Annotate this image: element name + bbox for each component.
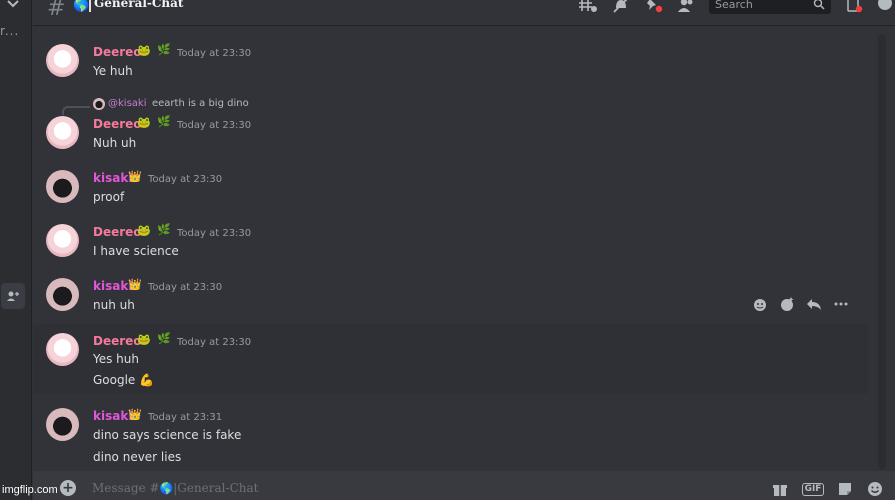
message-composer[interactable]: + Message #🌎|General-Chat GIF — [33, 471, 895, 500]
search-input[interactable]: Search — [709, 0, 831, 14]
reply-avatar — [93, 98, 105, 110]
sprout-badge: 🌿 — [157, 332, 171, 345]
reply-preview-text[interactable]: eearth is a big dino — [152, 98, 249, 109]
frog-badge: 🐸 — [137, 224, 151, 237]
upload-plus-button[interactable]: + — [60, 480, 76, 496]
message-item[interactable]: kisaki 👑 Today at 23:30 nuh uh — [33, 274, 868, 318]
chevron-down-icon[interactable] — [5, 0, 21, 12]
scrollbar-track[interactable] — [878, 34, 886, 469]
avatar[interactable] — [46, 408, 79, 441]
discord-window: r... # 🌎 General-Chat Search Deereo 🐸 🌿 … — [0, 0, 895, 500]
message-item[interactable]: kisaki 👑 Today at 23:31 dino says scienc… — [33, 404, 868, 468]
timestamp: Today at 23:30 — [148, 282, 223, 293]
message-item[interactable]: kisaki 👑 Today at 23:30 proof — [33, 166, 868, 210]
username[interactable]: kisaki — [93, 171, 132, 185]
gif-button[interactable]: GIF — [801, 480, 825, 498]
sprout-badge: 🌿 — [157, 115, 171, 128]
channel-hash-icon: # — [47, 0, 66, 21]
username[interactable]: kisaki — [93, 279, 132, 293]
username[interactable]: Deereo — [93, 45, 142, 59]
imgflip-watermark: imgflip.com — [2, 484, 58, 496]
reply-icon — [806, 299, 821, 310]
threads-icon[interactable] — [578, 0, 598, 13]
crown-badge: 👑 — [128, 278, 142, 291]
frog-badge: 🐸 — [137, 116, 151, 129]
globe-emoji: 🌎 — [73, 0, 90, 13]
emoji-icon — [868, 482, 882, 496]
avatar[interactable] — [46, 278, 79, 311]
message-text: dino says science is fake — [93, 428, 242, 442]
notification-muted-icon[interactable] — [611, 0, 631, 13]
timestamp: Today at 23:30 — [177, 120, 252, 131]
search-placeholder: Search — [715, 0, 753, 11]
more-dots-icon — [834, 302, 847, 306]
timestamp: Today at 23:31 — [148, 412, 223, 423]
server-sidebar-strip: r... — [0, 0, 32, 500]
reply-username[interactable]: @kisaki — [108, 98, 146, 109]
message-item[interactable]: Deereo 🐸 🌿 Today at 23:30 I have science — [33, 220, 868, 264]
more-options-button[interactable] — [831, 294, 851, 314]
message-text-line-2: Google 💪 — [93, 373, 155, 387]
avatar[interactable] — [46, 333, 79, 366]
frog-badge: 🐸 — [137, 44, 151, 57]
crown-badge: 👑 — [128, 408, 142, 421]
message-text: I have science — [93, 244, 179, 258]
channel-header: # 🌎 General-Chat Search — [33, 0, 895, 26]
message-input-placeholder[interactable]: Message #🌎|General-Chat — [92, 481, 258, 495]
avatar[interactable] — [46, 116, 79, 149]
message-action-toolbar — [746, 292, 854, 316]
gift-button[interactable] — [770, 480, 790, 498]
add-reaction-icon — [753, 299, 766, 311]
gif-icon: GIF — [801, 482, 825, 496]
message-scrollbar[interactable] — [868, 26, 895, 471]
pinned-messages-icon[interactable] — [643, 0, 663, 13]
message-text: Nuh uh — [93, 136, 137, 150]
header-divider — [89, 0, 91, 12]
sticker-icon — [839, 483, 851, 495]
inbox-icon[interactable] — [845, 0, 865, 13]
message-item-hovered[interactable]: Deereo 🐸 🌿 Today at 23:30 Yes huh Google… — [33, 324, 868, 394]
globe-emoji: 🌎 — [159, 482, 174, 495]
sprout-badge: 🌿 — [157, 223, 171, 236]
username[interactable]: Deereo — [93, 334, 142, 348]
help-icon[interactable] — [875, 0, 895, 13]
add-person-icon — [7, 291, 19, 301]
timestamp: Today at 23:30 — [177, 337, 252, 348]
message-list: Deereo 🐸 🌿 Today at 23:30 Ye huh @kisaki… — [33, 26, 868, 471]
crown-badge: 👑 — [128, 170, 142, 183]
message-text: Yes huh — [93, 352, 140, 366]
truncated-channel-label: r... — [0, 24, 20, 38]
message-text: nuh uh — [93, 298, 135, 312]
message-item[interactable]: @kisaki eearth is a big dino Deereo 🐸 🌿 … — [33, 94, 868, 156]
gift-icon — [773, 485, 787, 496]
super-reaction-button[interactable] — [777, 294, 797, 314]
message-text: proof — [93, 190, 125, 204]
message-text-line-2: dino never lies — [93, 450, 182, 464]
channel-title: General-Chat — [94, 0, 184, 10]
timestamp: Today at 23:30 — [148, 174, 223, 185]
message-text: Ye huh — [93, 64, 133, 78]
sprout-badge: 🌿 — [157, 43, 171, 56]
timestamp: Today at 23:30 — [177, 48, 252, 59]
reply-connector — [62, 106, 90, 115]
avatar[interactable] — [46, 170, 79, 203]
avatar[interactable] — [46, 44, 79, 77]
super-reaction-icon — [780, 297, 794, 311]
avatar[interactable] — [46, 224, 79, 257]
reply-button[interactable] — [804, 294, 824, 314]
message-item[interactable]: Deereo 🐸 🌿 Today at 23:30 Ye huh — [33, 40, 868, 84]
add-member-button[interactable] — [1, 283, 25, 309]
username[interactable]: Deereo — [93, 117, 142, 131]
username[interactable]: kisaki — [93, 409, 132, 423]
timestamp: Today at 23:30 — [177, 228, 252, 239]
frog-badge: 🐸 — [137, 333, 151, 346]
sticker-button[interactable] — [835, 480, 855, 498]
member-list-icon[interactable] — [676, 0, 696, 13]
search-icon — [813, 0, 825, 10]
username[interactable]: Deereo — [93, 225, 142, 239]
add-reaction-button[interactable] — [750, 294, 770, 314]
emoji-button[interactable] — [865, 480, 885, 498]
